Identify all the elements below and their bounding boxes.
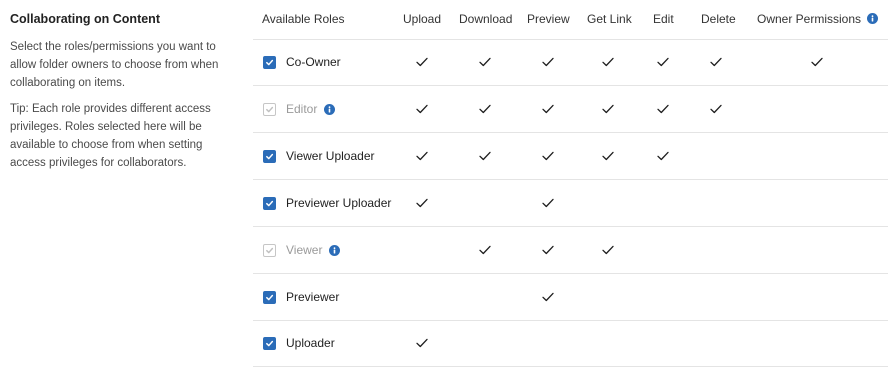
checkmark-icon — [710, 39, 722, 85]
checkmark-icon — [542, 133, 554, 179]
checkbox-checked-icon — [266, 340, 274, 346]
role-label: Previewer — [286, 290, 340, 304]
column-header-upload: Upload — [403, 12, 441, 26]
checkmark-icon — [657, 86, 669, 132]
role-label: Editor — [286, 102, 318, 116]
info-icon[interactable] — [867, 13, 879, 24]
checkmark-icon — [479, 39, 491, 85]
column-header-preview: Preview — [527, 12, 570, 26]
role-cell: Viewer — [263, 227, 341, 273]
role-cell: Viewer Uploader — [263, 133, 375, 179]
column-header-available-roles: Available Roles — [262, 12, 345, 26]
table-row-previewer-uploader: Previewer Uploader — [253, 180, 888, 227]
checkmark-icon — [479, 86, 491, 132]
table-row-previewer: Previewer — [253, 274, 888, 321]
checkmark-icon — [416, 320, 428, 366]
checkmark-icon — [542, 86, 554, 132]
role-cell: Editor — [263, 86, 336, 132]
role-checkbox-viewer-uploader[interactable] — [263, 149, 276, 163]
info-icon[interactable] — [324, 103, 336, 115]
checkbox-checked-icon — [266, 59, 274, 65]
info-icon[interactable] — [329, 244, 341, 256]
table-row-co-owner: Co-Owner — [253, 39, 888, 86]
checkmark-icon — [542, 274, 554, 320]
checkmark-icon — [602, 86, 614, 132]
section-description: Select the roles/permissions you want to… — [10, 41, 219, 89]
role-label: Previewer Uploader — [286, 196, 392, 210]
checkmark-icon — [657, 39, 669, 85]
column-header-label: Preview — [527, 12, 570, 26]
role-checkbox-uploader[interactable] — [263, 336, 276, 350]
checkmark-icon — [479, 227, 491, 273]
table-row-viewer-uploader: Viewer Uploader — [253, 133, 888, 180]
checkmark-icon — [416, 39, 428, 85]
role-cell: Previewer — [263, 274, 339, 320]
checkmark-icon — [416, 180, 428, 226]
checkbox-checked-icon — [266, 294, 274, 300]
checkmark-icon — [811, 39, 823, 85]
column-header-label: Edit — [653, 12, 674, 26]
column-header-label: Download — [459, 12, 513, 26]
table-row-uploader: Uploader — [253, 320, 888, 367]
column-header-label: Get Link — [587, 12, 632, 26]
checkmark-icon — [602, 133, 614, 179]
checkbox-checked-icon — [266, 153, 274, 159]
table-header-row: Available Roles Upload Download Preview Get… — [253, 0, 888, 40]
role-cell: Co-Owner — [263, 39, 341, 85]
table-row-viewer: Viewer — [253, 227, 888, 274]
checkmark-icon — [542, 180, 554, 226]
checkmark-icon — [602, 39, 614, 85]
column-header-label: Owner Permissions — [757, 12, 862, 26]
checkmark-icon — [602, 227, 614, 273]
column-header-label: Delete — [701, 12, 736, 26]
role-checkbox-previewer-uploader[interactable] — [263, 196, 276, 210]
column-header-edit: Edit — [653, 12, 674, 26]
section-tip: Tip: Each role provides different access… — [10, 103, 211, 169]
role-label: Uploader — [286, 336, 335, 350]
section-title: Collaborating on Content — [10, 12, 160, 26]
role-checkbox-editor — [263, 102, 276, 116]
column-header-label: Upload — [403, 12, 442, 26]
role-checkbox-viewer — [263, 243, 276, 257]
role-label: Viewer — [286, 243, 323, 257]
checkbox-checked-icon — [266, 247, 274, 253]
column-header-get-link: Get Link — [587, 12, 632, 26]
role-cell: Previewer Uploader — [263, 180, 391, 226]
role-cell: Uploader — [263, 320, 335, 366]
role-label: Co-Owner — [286, 55, 341, 69]
checkbox-checked-icon — [266, 200, 274, 206]
checkmark-icon — [542, 39, 554, 85]
role-checkbox-co-owner[interactable] — [263, 55, 276, 69]
checkmark-icon — [657, 133, 669, 179]
checkmark-icon — [416, 133, 428, 179]
column-header-owner-permissions: Owner Permissions — [757, 12, 879, 26]
checkmark-icon — [542, 227, 554, 273]
column-header-delete: Delete — [701, 12, 736, 26]
checkmark-icon — [710, 86, 722, 132]
checkmark-icon — [479, 133, 491, 179]
role-label: Viewer Uploader — [286, 149, 375, 163]
checkbox-checked-icon — [266, 106, 274, 112]
role-checkbox-previewer[interactable] — [263, 290, 276, 304]
table-row-editor: Editor — [253, 86, 888, 133]
checkmark-icon — [416, 86, 428, 132]
column-header-download: Download — [459, 12, 512, 26]
